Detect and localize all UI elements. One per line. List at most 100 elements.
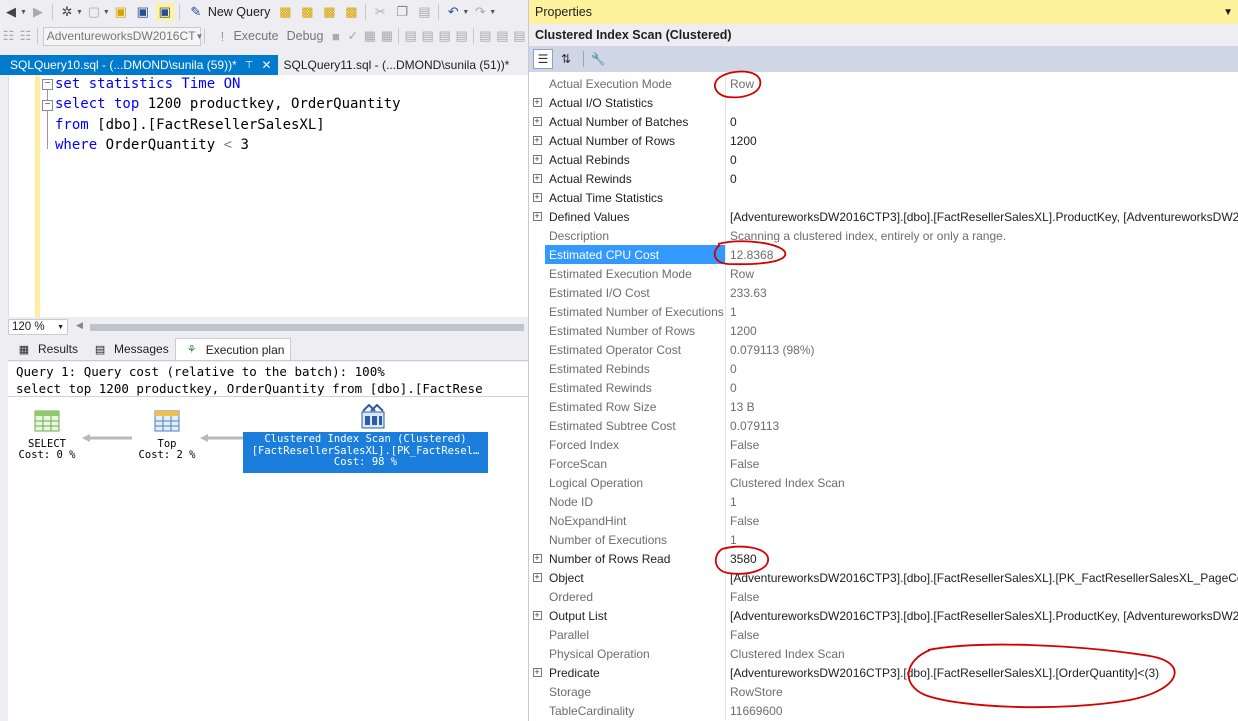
scrollbar-thumb[interactable] bbox=[90, 324, 524, 331]
cut-icon[interactable]: ✂ bbox=[371, 3, 389, 21]
property-value[interactable]: 233.63 bbox=[726, 283, 1238, 302]
property-row-actual-rewinds[interactable]: + Actual Rewinds 0 bbox=[529, 169, 1238, 188]
mdx-query-icon[interactable]: ▩ bbox=[298, 3, 316, 21]
query-designer-icon[interactable]: ▦ bbox=[380, 27, 393, 45]
property-row-estimated-row-size[interactable]: Estimated Row Size 13 B bbox=[529, 397, 1238, 416]
property-value[interactable]: False bbox=[726, 587, 1238, 606]
back-dropdown-icon[interactable]: ▼ bbox=[20, 9, 27, 16]
property-value[interactable]: 0.079113 (98%) bbox=[726, 340, 1238, 359]
tab-messages[interactable]: ▤ Messages bbox=[84, 338, 175, 360]
property-value[interactable]: [AdventureworksDW2016CTP3].[dbo].[FactRe… bbox=[726, 606, 1238, 625]
window-menu-icon[interactable]: ▼ bbox=[1223, 7, 1233, 18]
property-value[interactable]: 0 bbox=[726, 112, 1238, 131]
results-to-text-icon[interactable]: ▤ bbox=[479, 27, 492, 45]
property-row-number-of-executions[interactable]: Number of Executions 1 bbox=[529, 530, 1238, 549]
back-icon[interactable]: ◀ bbox=[2, 3, 20, 21]
property-row-defined-values[interactable]: + Defined Values [AdventureworksDW2016CTP3… bbox=[529, 207, 1238, 226]
categorized-icon[interactable]: ☰ bbox=[533, 49, 553, 69]
property-value[interactable]: 0.079113 bbox=[726, 416, 1238, 435]
property-row-actual-execution-mode[interactable]: Actual Execution Mode Row bbox=[529, 74, 1238, 93]
property-value[interactable]: 0 bbox=[726, 169, 1238, 188]
clustered-index-scan-operator[interactable]: Clustered Index Scan (Clustered) [FactRe… bbox=[243, 432, 488, 473]
display-estimated-plan-icon[interactable]: ▦ bbox=[363, 27, 376, 45]
property-row-actual-i-o-statistics[interactable]: + Actual I/O Statistics bbox=[529, 93, 1238, 112]
property-value[interactable]: Clustered Index Scan bbox=[726, 644, 1238, 663]
live-query-statistics-icon[interactable]: ▤ bbox=[438, 27, 451, 45]
tab-execution-plan[interactable]: ⚘ Execution plan bbox=[174, 338, 292, 360]
intellisense-icon[interactable]: ▤ bbox=[404, 27, 417, 45]
horizontal-scrollbar[interactable]: ◀ bbox=[76, 320, 526, 334]
property-row-estimated-subtree-cost[interactable]: Estimated Subtree Cost 0.079113 bbox=[529, 416, 1238, 435]
property-row-actual-number-of-rows[interactable]: + Actual Number of Rows 1200 bbox=[529, 131, 1238, 150]
property-value[interactable]: Row bbox=[726, 74, 1238, 93]
available-databases-select[interactable]: AdventureworksDW2016CT ▼ bbox=[42, 26, 203, 46]
close-icon[interactable]: ✕ bbox=[261, 58, 271, 72]
tab-sqlquery10[interactable]: SQLQuery10.sql - (...DMOND\sunila (59))*… bbox=[0, 55, 278, 75]
redo-icon[interactable]: ↷ bbox=[471, 3, 489, 21]
property-row-tablecardinality[interactable]: TableCardinality 11669600 bbox=[529, 701, 1238, 720]
property-row-output-list[interactable]: + Output List [AdventureworksDW2016CTP3].[… bbox=[529, 606, 1238, 625]
expand-icon[interactable]: + bbox=[532, 136, 542, 145]
property-value[interactable]: False bbox=[726, 454, 1238, 473]
property-pages-icon[interactable]: 🔧 bbox=[588, 49, 608, 69]
property-row-estimated-number-of-executions[interactable]: Estimated Number of Executions 1 bbox=[529, 302, 1238, 321]
property-value[interactable]: 0 bbox=[726, 359, 1238, 378]
property-value[interactable]: False bbox=[726, 625, 1238, 644]
zoom-select[interactable]: 120 % ▼ bbox=[8, 319, 68, 335]
new-project-icon[interactable]: ✲ bbox=[58, 3, 76, 21]
select-operator[interactable]: SELECT Cost: 0 % bbox=[14, 410, 80, 462]
property-row-noexpandhint[interactable]: NoExpandHint False bbox=[529, 511, 1238, 530]
property-value[interactable]: Scanning a clustered index, entirely or … bbox=[726, 226, 1238, 245]
property-value[interactable]: False bbox=[726, 435, 1238, 454]
expand-icon[interactable]: + bbox=[532, 554, 542, 563]
property-row-node-id[interactable]: Node ID 1 bbox=[529, 492, 1238, 511]
debug-button[interactable]: Debug bbox=[287, 29, 324, 43]
property-value[interactable] bbox=[726, 93, 1238, 112]
include-actual-plan-icon[interactable]: ▤ bbox=[421, 27, 434, 45]
client-statistics-icon[interactable]: ▤ bbox=[455, 27, 468, 45]
tab-results[interactable]: ▦ Results bbox=[8, 338, 84, 360]
property-row-ordered[interactable]: Ordered False bbox=[529, 587, 1238, 606]
property-value[interactable]: [AdventureworksDW2016CTP3].[dbo].[FactRe… bbox=[726, 663, 1238, 682]
database-engine-query-icon[interactable]: ▩ bbox=[276, 3, 294, 21]
expand-icon[interactable]: + bbox=[532, 155, 542, 164]
property-value[interactable]: [AdventureworksDW2016CTP3].[dbo].[FactRe… bbox=[726, 207, 1238, 226]
property-value[interactable]: RowStore bbox=[726, 682, 1238, 701]
open-file-icon[interactable]: ▣ bbox=[112, 3, 130, 21]
execute-button[interactable]: ! Execute bbox=[211, 27, 279, 45]
parse-icon[interactable]: ✓ bbox=[346, 27, 359, 45]
property-value[interactable]: 1200 bbox=[726, 321, 1238, 340]
results-to-grid-icon[interactable]: ▤ bbox=[496, 27, 509, 45]
property-row-estimated-operator-cost[interactable]: Estimated Operator Cost 0.079113 (98%) bbox=[529, 340, 1238, 359]
cancel-query-icon[interactable]: ■ bbox=[329, 27, 342, 45]
property-value[interactable]: 13 B bbox=[726, 397, 1238, 416]
forward-icon[interactable]: ▶ bbox=[29, 3, 47, 21]
property-value[interactable]: 0 bbox=[726, 378, 1238, 397]
xmla-query-icon[interactable]: ▩ bbox=[342, 3, 360, 21]
property-row-physical-operation[interactable]: Physical Operation Clustered Index Scan bbox=[529, 644, 1238, 663]
tab-sqlquery11[interactable]: SQLQuery11.sql - (...DMOND\sunila (51))* bbox=[278, 55, 516, 75]
property-row-parallel[interactable]: Parallel False bbox=[529, 625, 1238, 644]
top-operator[interactable]: Top Cost: 2 % bbox=[134, 410, 200, 462]
property-value[interactable]: 1200 bbox=[726, 131, 1238, 150]
property-value[interactable]: Clustered Index Scan bbox=[726, 473, 1238, 492]
alphabetical-icon[interactable]: ⇅ bbox=[556, 49, 576, 69]
property-value[interactable] bbox=[726, 188, 1238, 207]
save-all-icon[interactable]: ▣ bbox=[155, 3, 174, 21]
new-project-dropdown-icon[interactable]: ▼ bbox=[76, 9, 83, 16]
expand-icon[interactable]: + bbox=[532, 193, 542, 202]
expand-icon[interactable]: + bbox=[532, 174, 542, 183]
property-row-estimated-cpu-cost[interactable]: Estimated CPU Cost 12.8368 bbox=[529, 245, 1238, 264]
save-icon[interactable]: ▣ bbox=[134, 3, 152, 21]
property-value[interactable]: 1 bbox=[726, 492, 1238, 511]
add-item-icon[interactable]: ▢ bbox=[85, 3, 103, 21]
property-value[interactable]: 1 bbox=[726, 302, 1238, 321]
property-value[interactable]: 12.8368 bbox=[726, 245, 1238, 264]
property-row-storage[interactable]: Storage RowStore bbox=[529, 682, 1238, 701]
property-value[interactable]: 1 bbox=[726, 530, 1238, 549]
paste-icon[interactable]: ▤ bbox=[415, 3, 433, 21]
property-row-actual-number-of-batches[interactable]: + Actual Number of Batches 0 bbox=[529, 112, 1238, 131]
property-value[interactable]: Row bbox=[726, 264, 1238, 283]
property-value[interactable]: False bbox=[726, 511, 1238, 530]
collapse-icon[interactable]: − bbox=[42, 100, 53, 111]
